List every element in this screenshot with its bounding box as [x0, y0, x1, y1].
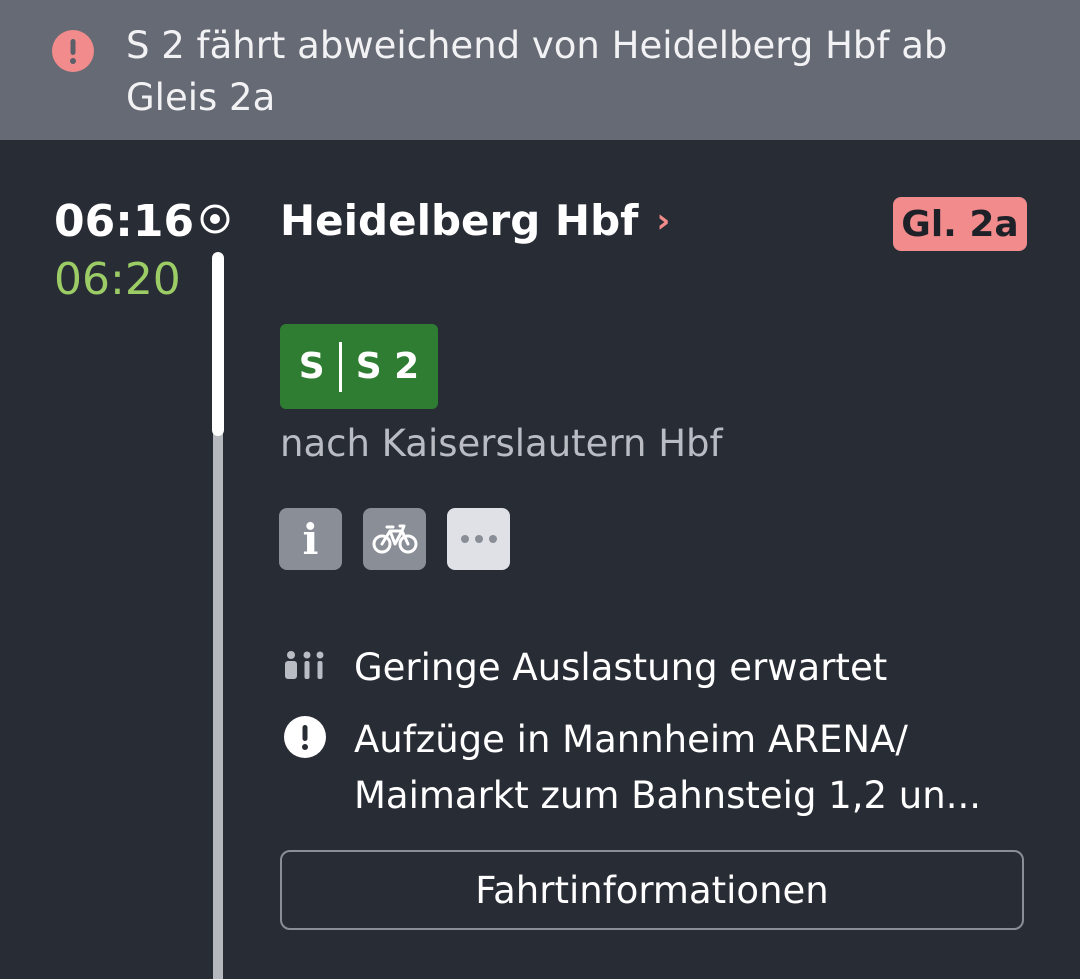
dot	[460, 535, 469, 543]
elevator-text: Aufzüge in Mannheim ARENA/ Maimarkt zum …	[354, 718, 981, 817]
info-glyph: i	[302, 514, 319, 564]
line-separator	[338, 341, 342, 392]
disruption-banner[interactable]: S 2 fährt abweichend von Heidelberg Hbf …	[0, 0, 1080, 140]
station-name: Heidelberg Hbf	[280, 196, 639, 245]
alert-icon	[52, 30, 94, 72]
bicycle-icon[interactable]	[363, 508, 426, 570]
actual-departure-time: 06:20	[54, 254, 181, 305]
more-icon[interactable]	[447, 508, 510, 570]
banner-text: S 2 fährt abweichend von Heidelberg Hbf …	[126, 24, 948, 119]
info-icon[interactable]: i	[279, 508, 342, 570]
product-label: S	[298, 346, 325, 387]
route-line-current	[212, 252, 224, 436]
stop-marker-icon	[200, 204, 230, 234]
station-link[interactable]: Heidelberg Hbf ›	[280, 196, 670, 245]
planned-departure-time: 06:16	[54, 196, 195, 247]
direction-text: nach Kaiserslautern Hbf	[280, 422, 723, 465]
trip-info-button[interactable]: Fahrtinformationen	[280, 850, 1024, 930]
line-label: S 2	[355, 346, 420, 387]
elevator-message[interactable]: Aufzüge in Mannheim ARENA/ Maimarkt zum …	[282, 712, 1034, 824]
dot	[488, 535, 497, 543]
route-line-upcoming	[213, 430, 223, 979]
occupancy-text: Geringe Auslastung erwartet	[354, 646, 888, 689]
dot	[474, 535, 483, 543]
platform-badge: Gl. 2a	[893, 197, 1027, 251]
occupancy-message: Geringe Auslastung erwartet	[282, 640, 1034, 696]
alert-icon	[282, 714, 328, 760]
occupancy-icon	[282, 642, 328, 688]
chevron-right-icon: ›	[656, 200, 671, 241]
line-badge[interactable]: S S 2	[280, 324, 438, 409]
